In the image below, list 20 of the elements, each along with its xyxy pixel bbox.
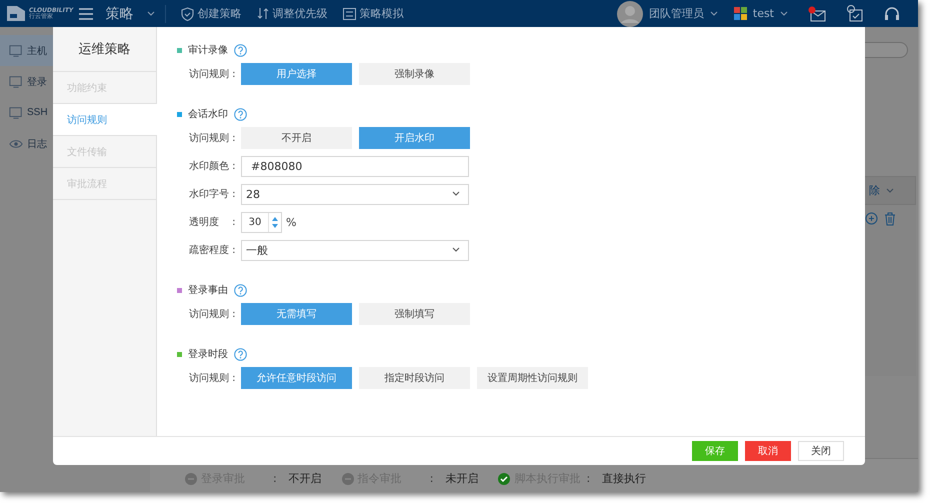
field-label: 访问规则 : [189, 68, 234, 81]
approval-value: 不开启 [288, 471, 322, 486]
field-label: 疏密程度 : [189, 244, 234, 257]
colon: : [273, 472, 277, 485]
section-title: 登录事由 [188, 284, 228, 297]
approval-value: 直接执行 [602, 471, 646, 486]
section-title: 会话水印 [188, 108, 228, 121]
field-label: 水印字号 : [189, 188, 234, 201]
colon: : [586, 472, 590, 485]
approval-value: 未开启 [445, 471, 478, 486]
field-label: 访问规则 : [189, 372, 234, 385]
dialog-title: 运维策略 [53, 27, 156, 72]
section-title: 审计录像 [188, 44, 228, 57]
section-title: 登录时段 [188, 348, 228, 361]
field-label: 访问规则 : [189, 132, 234, 145]
colon: : [430, 472, 434, 485]
unit-label: % [286, 216, 296, 228]
field-label: 访问规则 : [189, 308, 234, 321]
field-label: 水印颜色 : [189, 160, 234, 173]
field-label: 透明度 : [189, 216, 234, 229]
